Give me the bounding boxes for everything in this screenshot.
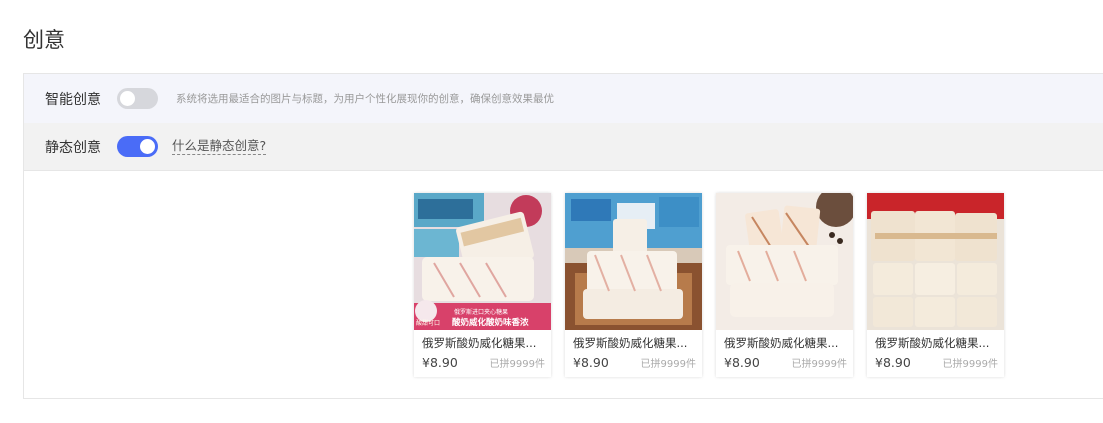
product-price: ¥8.90 xyxy=(422,355,458,370)
smart-creative-toggle[interactable] xyxy=(117,88,158,109)
product-meta: ¥8.90 已拼9999件 xyxy=(573,355,696,370)
image-caption-main: 酸奶威化酸奶味香浓 xyxy=(452,317,529,328)
product-card[interactable]: 俄罗斯酸奶威化糖果... ¥8.90 已拼9999件 xyxy=(867,193,1004,377)
product-name: 俄罗斯酸奶威化糖果... xyxy=(875,336,990,350)
smart-creative-row: 智能创意 系统将选用最适合的图片与标题，为用户个性化展现你的创意，确保创意效果最… xyxy=(24,74,1103,123)
static-creative-label: 静态创意 xyxy=(45,139,101,156)
product-sold-count: 已拼9999件 xyxy=(489,359,545,370)
toggle-knob xyxy=(140,139,155,154)
product-sold-count: 已拼9999件 xyxy=(942,359,998,370)
product-sold-count: 已拼9999件 xyxy=(640,359,696,370)
static-creative-toggle[interactable] xyxy=(117,136,158,157)
image-caption-badge: 酸甜可口 xyxy=(416,319,440,327)
product-image: 俄罗斯进口夹心糖果 酸奶威化酸奶味香浓 酸甜可口 xyxy=(414,193,551,330)
product-meta: ¥8.90 已拼9999件 xyxy=(422,355,545,370)
product-sold-count: 已拼9999件 xyxy=(791,359,847,370)
product-card[interactable]: 俄罗斯酸奶威化糖果... ¥8.90 已拼9999件 xyxy=(716,193,853,377)
product-meta: ¥8.90 已拼9999件 xyxy=(724,355,847,370)
product-card[interactable]: 俄罗斯酸奶威化糖果... ¥8.90 已拼9999件 xyxy=(565,193,702,377)
product-card[interactable]: 俄罗斯进口夹心糖果 酸奶威化酸奶味香浓 酸甜可口 俄罗斯酸奶威化糖果... ¥8… xyxy=(414,193,551,377)
smart-creative-hint: 系统将选用最适合的图片与标题，为用户个性化展现你的创意，确保创意效果最优 xyxy=(176,93,554,105)
product-price: ¥8.90 xyxy=(875,355,911,370)
static-creative-row: 静态创意 什么是静态创意? xyxy=(24,123,1103,171)
product-name: 俄罗斯酸奶威化糖果... xyxy=(724,336,839,350)
smart-creative-label: 智能创意 xyxy=(45,91,101,108)
page-title: 创意 xyxy=(23,28,65,52)
product-card-list: 俄罗斯进口夹心糖果 酸奶威化酸奶味香浓 酸甜可口 俄罗斯酸奶威化糖果... ¥8… xyxy=(414,193,1004,377)
product-image xyxy=(565,193,702,330)
product-meta: ¥8.90 已拼9999件 xyxy=(875,355,998,370)
image-caption-top: 俄罗斯进口夹心糖果 xyxy=(454,308,508,316)
product-price: ¥8.90 xyxy=(724,355,760,370)
product-price: ¥8.90 xyxy=(573,355,609,370)
creative-panel: 智能创意 系统将选用最适合的图片与标题，为用户个性化展现你的创意，确保创意效果最… xyxy=(23,73,1103,399)
product-image xyxy=(716,193,853,330)
toggle-knob xyxy=(120,91,135,106)
product-name: 俄罗斯酸奶威化糖果... xyxy=(422,336,537,350)
what-is-static-creative-link[interactable]: 什么是静态创意? xyxy=(172,138,267,155)
product-name: 俄罗斯酸奶威化糖果... xyxy=(573,336,688,350)
product-image xyxy=(867,193,1004,330)
